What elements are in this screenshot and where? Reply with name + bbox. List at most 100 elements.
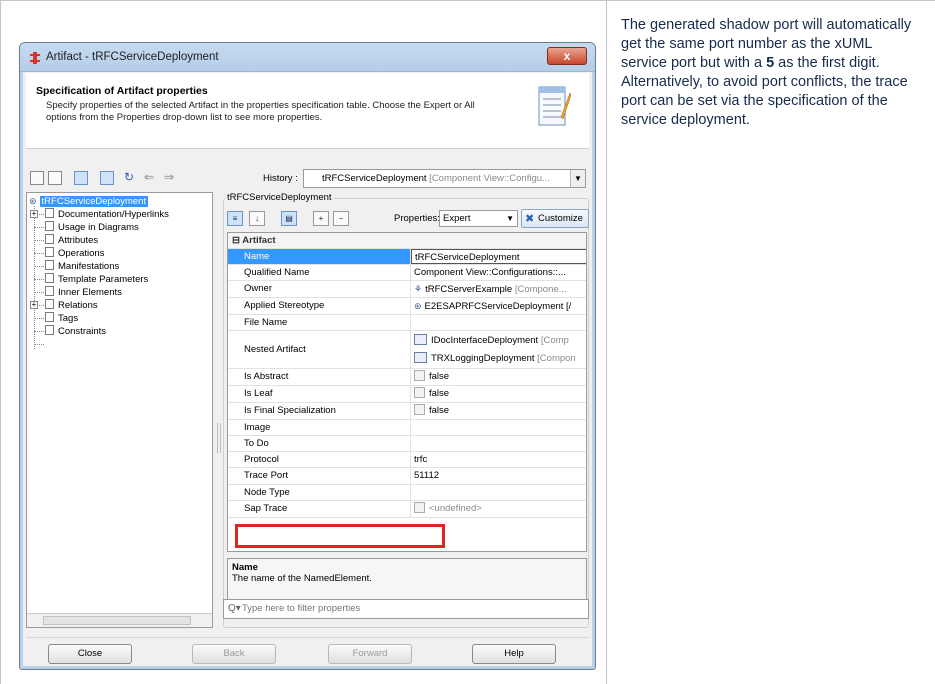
name-value-field[interactable]: tRFCServiceDeployment xyxy=(411,249,586,264)
page-icon xyxy=(45,273,54,283)
window-close-button[interactable]: x xyxy=(547,47,587,65)
tree-item-documentation[interactable]: Documentation/Hyperlinks xyxy=(45,208,169,221)
refresh-icon[interactable]: ↻ xyxy=(124,170,134,184)
scrollbar-thumb[interactable] xyxy=(43,616,191,625)
sort-alphabetically-icon[interactable] xyxy=(100,171,114,185)
sort-az-icon[interactable]: ↓ xyxy=(249,211,265,226)
table-row[interactable]: Is Abstract false xyxy=(228,369,586,386)
title-bar: Artifact - tRFCServiceDeployment x xyxy=(20,43,595,72)
show-list-icon[interactable] xyxy=(30,171,44,185)
tree-item-constraints[interactable]: Constraints xyxy=(45,325,106,338)
tree-item-usage[interactable]: Usage in Diagrams xyxy=(45,221,139,234)
expand-icon[interactable]: + xyxy=(30,210,38,218)
page-icon xyxy=(45,208,54,218)
table-row[interactable]: Sap Trace <undefined> xyxy=(228,501,586,518)
table-row[interactable]: Nested Artifact IDocInterfaceDeployment … xyxy=(228,331,586,369)
table-row[interactable]: Trace Port 51112 xyxy=(228,468,586,485)
categorized-view-icon[interactable]: ≡ xyxy=(227,211,243,226)
tree-item-inner-elements[interactable]: Inner Elements xyxy=(45,286,122,299)
chevron-down-icon[interactable]: ▼ xyxy=(570,170,585,187)
history-value: tRFCServiceDeployment xyxy=(322,173,427,184)
page-icon xyxy=(45,312,54,322)
stereotype-icon: ⊛ xyxy=(414,301,422,311)
tree-item-template-parameters[interactable]: Template Parameters xyxy=(45,273,148,286)
tree-item-root[interactable]: ⊛ tRFCServiceDeployment xyxy=(29,195,149,208)
show-properties-icon[interactable] xyxy=(74,171,88,185)
leaf-checkbox[interactable] xyxy=(414,387,425,398)
table-row[interactable]: File Name xyxy=(228,315,586,331)
navigation-toolbar: ↻ ⇐ ⇒ History : tRFCServiceDeployment [C… xyxy=(26,168,589,190)
page-icon xyxy=(45,234,54,244)
category-row[interactable]: ⊟ Artifact xyxy=(228,233,586,249)
page-icon xyxy=(45,325,54,335)
history-dropdown[interactable]: tRFCServiceDeployment [Component View::C… xyxy=(303,169,586,188)
table-row[interactable]: Applied Stereotype ⊛ E2ESAPRFCServiceDepl… xyxy=(228,298,586,315)
specification-dialog: Artifact - tRFCServiceDeployment x Speci… xyxy=(19,42,596,670)
table-row[interactable]: Node Type xyxy=(228,485,586,501)
tree-item-operations[interactable]: Operations xyxy=(45,247,104,260)
trace-port-highlight xyxy=(235,524,445,548)
help-button[interactable]: Help xyxy=(472,644,556,664)
window-title: Artifact - tRFCServiceDeployment xyxy=(46,51,219,63)
page-icon xyxy=(45,221,54,231)
table-row[interactable]: Owner ⚘ tRFCServerExample [Compone... xyxy=(228,281,586,298)
properties-mode-select[interactable]: Expert ▼ xyxy=(439,210,518,227)
forward-arrow-icon[interactable]: ⇒ xyxy=(164,170,174,184)
filter-input[interactable]: Q▾ Type here to filter properties xyxy=(223,599,589,619)
trace-port-value: 51112 xyxy=(414,470,440,481)
page-icon xyxy=(45,260,54,270)
artifact-icon xyxy=(414,352,427,363)
tree-item-attributes[interactable]: Attributes xyxy=(45,234,98,247)
header-description: Specify properties of the selected Artif… xyxy=(46,100,475,123)
owner-icon: ⚘ xyxy=(414,284,423,294)
table-row[interactable]: Protocol trfc xyxy=(228,452,586,468)
show-tree-icon[interactable] xyxy=(48,171,62,185)
table-row[interactable]: Qualified Name Component View::Configurat… xyxy=(228,265,586,281)
tree-item-relations[interactable]: Relations xyxy=(45,299,98,312)
forward-button[interactable]: Forward xyxy=(328,644,412,664)
back-arrow-icon[interactable]: ⇐ xyxy=(144,170,154,184)
artifact-icon xyxy=(30,52,40,64)
tree-item-tags[interactable]: Tags xyxy=(45,312,78,325)
back-button[interactable]: Back xyxy=(192,644,276,664)
artifact-icon xyxy=(414,334,427,345)
specification-notepad-icon xyxy=(538,86,571,126)
specification-tree: + + ⊛ tRFCServiceDeployment Documentation… xyxy=(26,192,213,628)
sap-trace-checkbox[interactable] xyxy=(414,502,425,513)
table-row[interactable]: Is Leaf false xyxy=(228,386,586,403)
history-label: History : xyxy=(263,173,298,184)
deployment-icon: ⊛ xyxy=(29,196,37,206)
dialog-header: Specification of Artifact properties Spe… xyxy=(26,73,589,149)
tree-item-manifestations[interactable]: Manifestations xyxy=(45,260,119,273)
description-title: Name xyxy=(232,562,258,573)
note-text: The generated shadow port will automatic… xyxy=(621,17,912,128)
final-checkbox[interactable] xyxy=(414,404,425,415)
customize-button[interactable]: ✖ Customize xyxy=(521,209,589,228)
close-button[interactable]: Close xyxy=(48,644,132,664)
collapse-icon: ⊟ xyxy=(232,235,240,246)
group-title: tRFCServiceDeployment xyxy=(225,192,334,203)
expand-all-icon[interactable]: + xyxy=(313,211,329,226)
expand-icon[interactable]: + xyxy=(30,301,38,309)
page-icon xyxy=(45,286,54,296)
table-row[interactable]: To Do xyxy=(228,436,586,452)
properties-grid: ⊟ Artifact ▶ NametRFCServiceDeployment Q… xyxy=(227,232,587,552)
properties-panel: tRFCServiceDeployment ≡ ↓ ▤ + − Properti… xyxy=(223,192,589,628)
show-description-icon[interactable]: ▤ xyxy=(281,211,297,226)
collapse-all-icon[interactable]: − xyxy=(333,211,349,226)
properties-label: Properties: xyxy=(394,213,440,224)
wrench-icon: ✖ xyxy=(525,213,535,225)
dialog-button-row: Close Back Forward Help xyxy=(26,637,589,665)
table-row[interactable]: Is Final Specialization false xyxy=(228,403,586,420)
tree-horizontal-scrollbar[interactable] xyxy=(27,613,212,627)
search-icon: Q▾ xyxy=(228,603,241,614)
splitter-handle[interactable] xyxy=(217,423,221,453)
abstract-checkbox[interactable] xyxy=(414,370,425,381)
table-row[interactable]: ▶ NametRFCServiceDeployment xyxy=(228,249,586,265)
note-digit: 5 xyxy=(766,55,775,71)
header-title: Specification of Artifact properties xyxy=(36,85,208,97)
table-row[interactable]: Image xyxy=(228,420,586,436)
page-icon xyxy=(45,247,54,257)
history-path: [Component View::Configu... xyxy=(426,173,550,184)
description-text: The name of the NamedElement. xyxy=(232,573,372,584)
